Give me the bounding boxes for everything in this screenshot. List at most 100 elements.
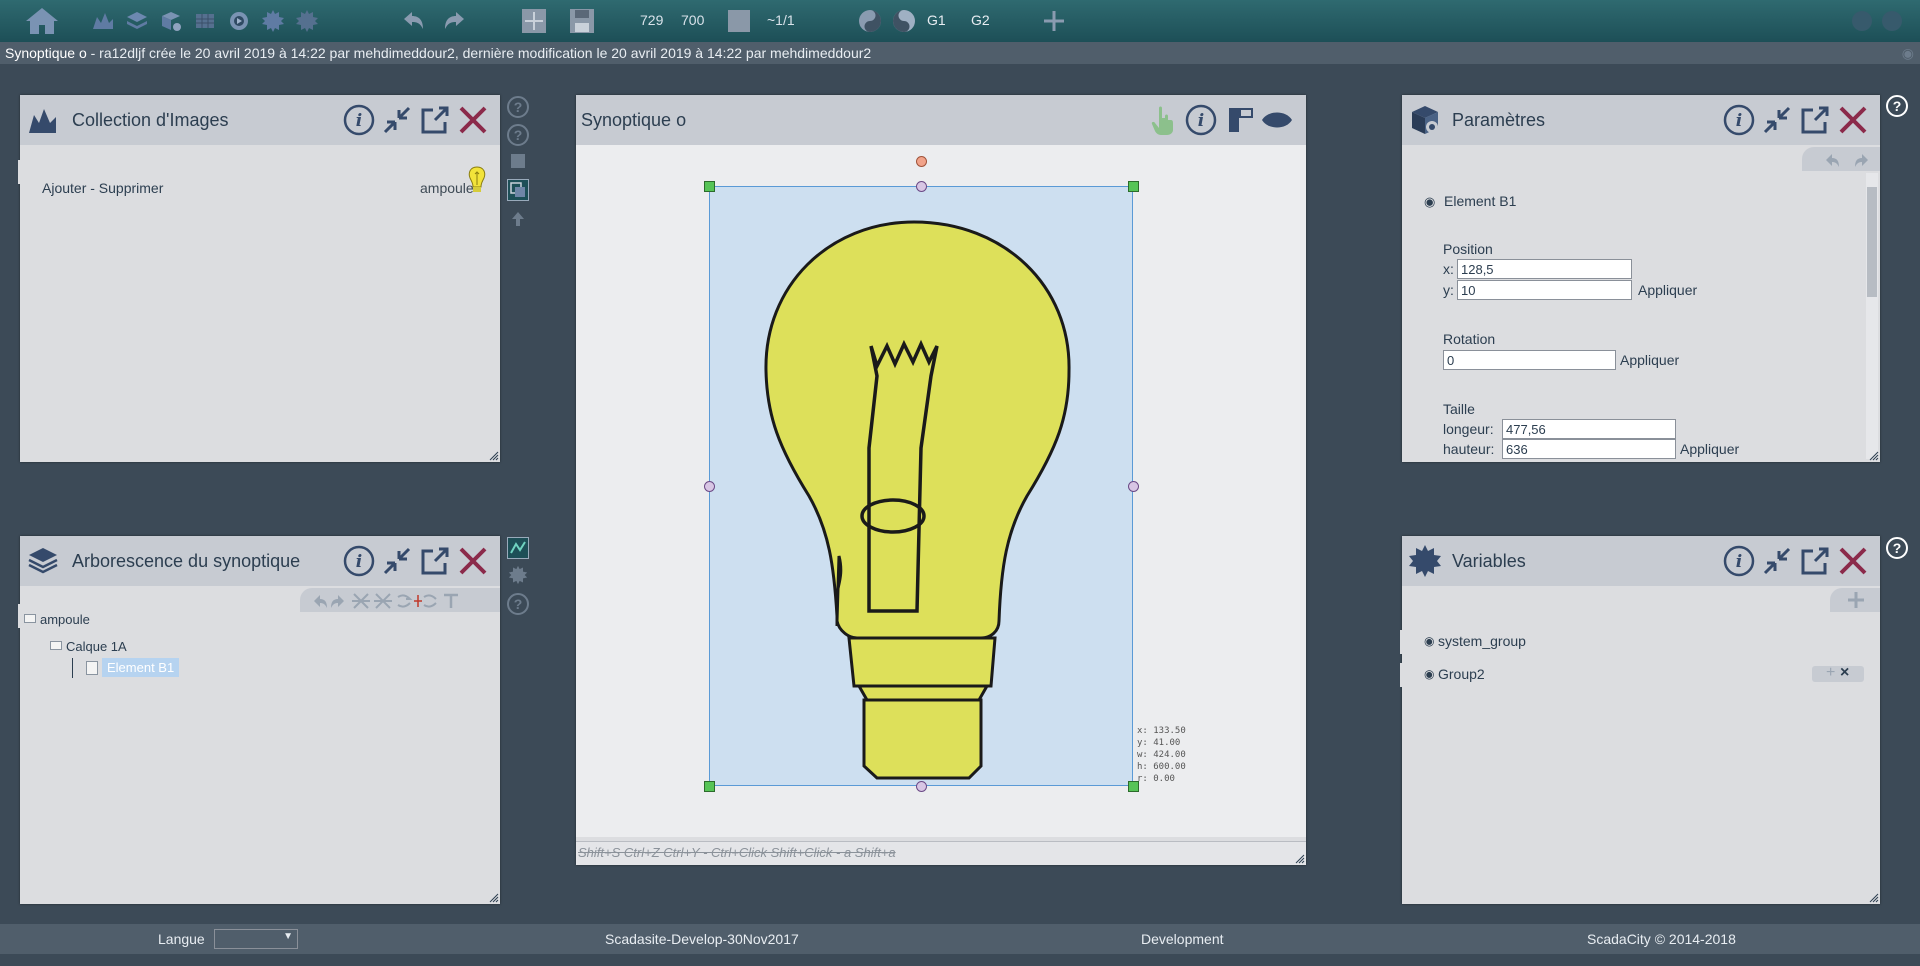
info-top-icon[interactable] [1850,5,1874,37]
resize-handle-bl[interactable] [704,781,715,792]
tree-item-layer[interactable]: Calque 1A [66,639,127,654]
x-input[interactable] [1457,259,1632,279]
add-remove-link[interactable]: Ajouter - Supprimer [42,180,163,196]
resize-grip[interactable] [1869,451,1879,461]
variable-item[interactable]: system_group [1438,633,1526,649]
minimize-icon[interactable] [380,103,414,137]
eye-icon[interactable]: ◉ [1902,42,1914,64]
info-icon[interactable]: i [1184,103,1218,137]
variables-panel-header[interactable]: Variables i [1402,536,1880,586]
apply-position-button[interactable]: Appliquer [1638,282,1697,298]
lightbulb-image[interactable] [709,186,1133,786]
rotation-input[interactable] [1443,350,1616,370]
scrollbar-track[interactable] [1866,173,1878,459]
add-variable-icon[interactable] [1846,590,1866,610]
info-icon[interactable]: i [1722,103,1756,137]
popout-icon[interactable] [418,544,452,578]
redo-icon[interactable] [440,5,470,37]
upload-icon[interactable] [507,208,529,230]
resize-handle-top[interactable] [916,181,927,192]
resize-grip[interactable] [1869,893,1879,903]
apply-rotation-button[interactable]: Appliquer [1620,352,1679,368]
chevron-down-icon: ▼ [283,931,293,942]
close-icon[interactable] [456,103,490,137]
info-icon[interactable]: i [342,103,376,137]
minimize-icon[interactable] [380,544,414,578]
help-icon[interactable]: ? [507,124,529,146]
help-icon[interactable]: ? [507,96,529,118]
resize-handle-tr[interactable] [1128,181,1139,192]
home-icon[interactable] [22,5,62,37]
resize-handle-right[interactable] [1128,481,1139,492]
save-icon[interactable] [568,5,596,37]
height-input[interactable] [1502,439,1676,459]
undo-redo-icon[interactable] [1822,150,1872,170]
undo-icon[interactable] [398,5,428,37]
y-input[interactable] [1457,280,1632,300]
delete-icon[interactable]: × [1840,664,1849,682]
minimize-icon[interactable] [1760,103,1794,137]
help-top-icon[interactable] [1880,5,1904,37]
document-meta: - ra12dljf crée le 20 avril 2019 à 14:22… [86,45,872,61]
synoptique-title: Synoptique o [581,110,687,130]
close-icon[interactable] [1836,544,1870,578]
apply-size-button[interactable]: Appliquer [1680,441,1739,457]
tree-panel-header[interactable]: Arborescence du synoptique i [20,536,500,586]
eye-icon[interactable] [1260,103,1294,137]
g2-label[interactable]: G2 [971,12,990,28]
synoptique-panel-header[interactable]: Synoptique o i [576,95,1306,145]
resize-grip[interactable] [489,451,499,461]
gear-alt-icon[interactable] [294,5,320,37]
gear-icon[interactable] [508,565,528,585]
add-icon[interactable]: + [1826,664,1835,682]
eye-icon[interactable]: ◉ [1424,634,1434,648]
close-icon[interactable] [1836,103,1870,137]
gear-play-icon[interactable] [226,5,252,37]
params-panel-header[interactable]: Paramètres i [1402,95,1880,145]
info-icon[interactable]: i [1722,544,1756,578]
g1-label[interactable]: G1 [927,12,946,28]
resize-grip[interactable] [1295,854,1305,864]
tree-item-root[interactable]: ampoule [40,612,90,627]
rotation-handle[interactable] [916,156,927,167]
pointer-hand-icon[interactable] [1146,103,1180,137]
eye-icon[interactable]: ◉ [1424,667,1434,681]
popout-icon[interactable] [1798,544,1832,578]
bulb-thumbnail-icon[interactable] [466,165,488,195]
add-grid-icon[interactable] [520,5,548,37]
help-icon[interactable]: ? [1886,95,1908,117]
collection-panel-header[interactable]: Collection d'Images i [20,95,500,145]
minimize-icon[interactable] [1760,544,1794,578]
resize-handle-left[interactable] [704,481,715,492]
close-icon[interactable] [456,544,490,578]
add-icon[interactable] [1040,5,1068,37]
length-input[interactable] [1502,419,1676,439]
stop-icon[interactable] [511,154,525,168]
color-square-icon[interactable] [726,5,752,37]
popout-icon[interactable] [1798,103,1832,137]
help-icon[interactable]: ? [1886,537,1908,559]
help-icon[interactable]: ? [507,593,529,615]
grid-icon[interactable] [192,5,218,37]
path-tool-icon[interactable] [507,537,529,559]
gear-icon[interactable] [260,5,286,37]
resize-handle-tl[interactable] [704,181,715,192]
copy-layers-icon[interactable] [507,179,529,201]
info-icon[interactable]: i [342,544,376,578]
resize-handle-bottom[interactable] [916,781,927,792]
tree-tools-icon[interactable] [310,591,490,611]
synoptique-canvas[interactable]: x: 133.50 y: 41.00 w: 424.00 h: 600.00 r… [576,145,1306,837]
resize-grip[interactable] [489,893,499,903]
tree-item-element[interactable]: Element B1 [102,658,180,677]
settings-cube-icon[interactable] [158,5,184,37]
toggle-icon[interactable] [1224,103,1258,137]
language-select[interactable]: ▼ [214,929,298,949]
theme-alt-icon[interactable] [891,5,917,37]
theme-icon[interactable] [857,5,883,37]
layers-icon[interactable] [124,5,150,37]
popout-icon[interactable] [418,103,452,137]
collection-icon[interactable] [90,5,116,37]
scrollbar-thumb[interactable] [1867,187,1877,297]
variable-item[interactable]: Group2 [1438,666,1485,682]
eye-icon[interactable]: ◉ [1424,194,1435,210]
